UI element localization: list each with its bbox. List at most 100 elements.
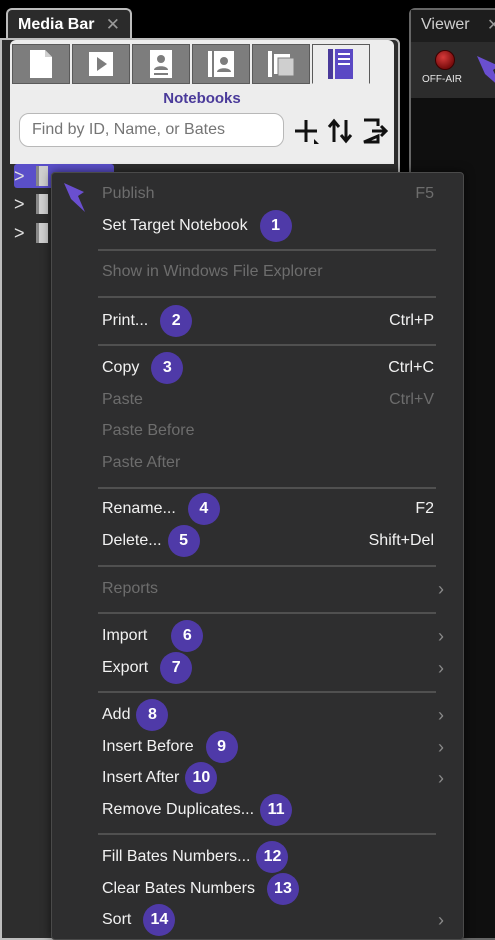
menu-item-import[interactable]: Import 6 › bbox=[102, 620, 444, 652]
menu-item-shortcut: Ctrl+P bbox=[389, 312, 434, 329]
media-bar-tab-label: Media Bar bbox=[18, 16, 95, 33]
notebook-small-icon bbox=[36, 194, 48, 214]
notebook-small-icon bbox=[36, 223, 48, 243]
menu-item-rename[interactable]: Rename... 4 F2 bbox=[102, 493, 434, 525]
submenu-arrow-icon: › bbox=[438, 657, 444, 678]
menu-item-set-target-notebook[interactable]: Set Target Notebook 1 bbox=[102, 210, 434, 242]
menu-item-shortcut: F2 bbox=[415, 500, 434, 517]
depositions-filter-button[interactable] bbox=[132, 44, 190, 84]
menu-separator bbox=[98, 249, 436, 251]
add-icon[interactable] bbox=[292, 117, 320, 145]
notebooks-filter-button[interactable] bbox=[312, 44, 370, 84]
menu-item-label: Sort bbox=[102, 911, 132, 928]
viewer-tab[interactable]: Viewer ✕ bbox=[411, 10, 495, 42]
search-input[interactable] bbox=[19, 113, 284, 147]
menu-item-label: Delete... bbox=[102, 532, 162, 549]
menu-item-label: Paste Before bbox=[102, 422, 195, 439]
issues-filter-button[interactable] bbox=[252, 44, 310, 84]
menu-item-add[interactable]: Add 8 › bbox=[102, 699, 444, 731]
media-bar-tab[interactable]: Media Bar ✕ bbox=[6, 8, 132, 40]
menu-separator bbox=[98, 487, 436, 489]
menu-item-delete[interactable]: Delete... 5 Shift+Del bbox=[102, 525, 434, 557]
step-badge: 7 bbox=[160, 652, 193, 684]
submenu-arrow-icon: › bbox=[438, 578, 444, 599]
submenu-arrow-icon: › bbox=[438, 909, 444, 930]
chevron-right-icon[interactable]: > bbox=[14, 166, 36, 187]
menu-item-label: Show in Windows File Explorer bbox=[102, 263, 323, 280]
documents-filter-button[interactable] bbox=[12, 44, 70, 84]
chevron-right-icon[interactable]: > bbox=[14, 223, 36, 244]
viewer-close-icon[interactable]: ✕ bbox=[487, 15, 495, 35]
export-icon[interactable] bbox=[360, 116, 390, 146]
menu-item-remove-duplicates[interactable]: Remove Duplicates... 11 bbox=[102, 794, 434, 826]
notebook-small-icon bbox=[36, 166, 48, 186]
media-bar-close-icon[interactable]: ✕ bbox=[106, 15, 120, 35]
menu-item-print[interactable]: Print... 2 Ctrl+P bbox=[102, 305, 434, 337]
step-badge: 1 bbox=[259, 210, 292, 242]
menu-item-label: Set Target Notebook bbox=[102, 217, 248, 234]
submenu-arrow-icon: › bbox=[438, 704, 444, 725]
menu-item-label: Publish bbox=[102, 185, 155, 202]
app-logo-icon bbox=[64, 183, 85, 212]
submenu-arrow-icon: › bbox=[438, 625, 444, 646]
menu-item-reports: Reports › bbox=[102, 576, 444, 602]
step-badge: 8 bbox=[136, 699, 169, 731]
menu-item-shortcut: F5 bbox=[415, 185, 434, 202]
menu-separator bbox=[98, 691, 436, 693]
chevron-right-icon[interactable]: > bbox=[14, 194, 36, 215]
menu-item-label: Copy bbox=[102, 359, 140, 376]
menu-item-copy[interactable]: Copy 3 Ctrl+C bbox=[102, 352, 434, 384]
step-badge: 14 bbox=[143, 904, 176, 936]
menu-item-label: Export bbox=[102, 659, 149, 676]
submenu-arrow-icon: › bbox=[438, 736, 444, 757]
menu-item-label: Add bbox=[102, 706, 131, 723]
viewer-tab-label: Viewer bbox=[421, 16, 470, 33]
step-badge: 2 bbox=[160, 305, 193, 337]
menu-item-fill-bates-numbers[interactable]: Fill Bates Numbers... 12 bbox=[102, 841, 434, 873]
menu-item-insert-before[interactable]: Insert Before 9 › bbox=[102, 731, 444, 763]
step-badge: 13 bbox=[266, 873, 299, 905]
app-logo-icon bbox=[477, 56, 495, 83]
menu-separator bbox=[98, 833, 436, 835]
menu-item-label: Reports bbox=[102, 580, 159, 597]
media-type-toolbar bbox=[12, 44, 370, 84]
witness-binder-icon bbox=[208, 51, 234, 77]
step-badge: 4 bbox=[187, 493, 220, 525]
menu-item-label: Print... bbox=[102, 312, 149, 329]
witnesses-filter-button[interactable] bbox=[192, 44, 250, 84]
status-label: OFF-AIR bbox=[422, 74, 462, 85]
menu-item-clear-bates-numbers[interactable]: Clear Bates Numbers 13 bbox=[102, 873, 434, 905]
menu-item-export[interactable]: Export 7 › bbox=[102, 652, 444, 684]
menu-item-label: Paste bbox=[102, 391, 143, 408]
step-badge: 11 bbox=[260, 794, 293, 826]
menu-separator bbox=[98, 296, 436, 298]
menu-item-shortcut: Ctrl+C bbox=[388, 359, 434, 376]
menu-item-label: Import bbox=[102, 627, 148, 644]
step-badge: 10 bbox=[185, 762, 218, 794]
menu-item-label: Fill Bates Numbers... bbox=[102, 848, 251, 865]
section-title: Notebooks bbox=[163, 90, 241, 107]
tree-item[interactable]: > bbox=[14, 192, 48, 216]
sort-arrows-icon[interactable] bbox=[326, 117, 354, 145]
media-filter-button[interactable] bbox=[72, 44, 130, 84]
issue-binder-icon bbox=[268, 51, 295, 77]
tree-item[interactable]: > bbox=[14, 164, 48, 188]
step-badge: 12 bbox=[256, 841, 289, 873]
menu-separator bbox=[98, 612, 436, 614]
menu-item-shortcut: Ctrl+V bbox=[389, 391, 434, 408]
menu-item-insert-after[interactable]: Insert After 10 › bbox=[102, 762, 444, 794]
document-icon bbox=[30, 50, 52, 78]
header-actions bbox=[292, 116, 390, 146]
submenu-arrow-icon: › bbox=[438, 767, 444, 788]
menu-item-label: Remove Duplicates... bbox=[102, 801, 255, 818]
deposition-icon bbox=[150, 50, 172, 78]
tree-item[interactable]: > bbox=[14, 221, 48, 245]
menu-item-label: Insert After bbox=[102, 769, 180, 786]
menu-item-publish: Publish F5 bbox=[102, 181, 434, 207]
step-badge: 3 bbox=[151, 352, 184, 384]
step-badge: 5 bbox=[167, 525, 200, 557]
viewer-status-bar: OFF-AIR bbox=[411, 42, 495, 98]
notebook-icon bbox=[328, 49, 353, 79]
menu-item-sort[interactable]: Sort 14 › bbox=[102, 904, 444, 936]
menu-separator bbox=[98, 344, 436, 346]
